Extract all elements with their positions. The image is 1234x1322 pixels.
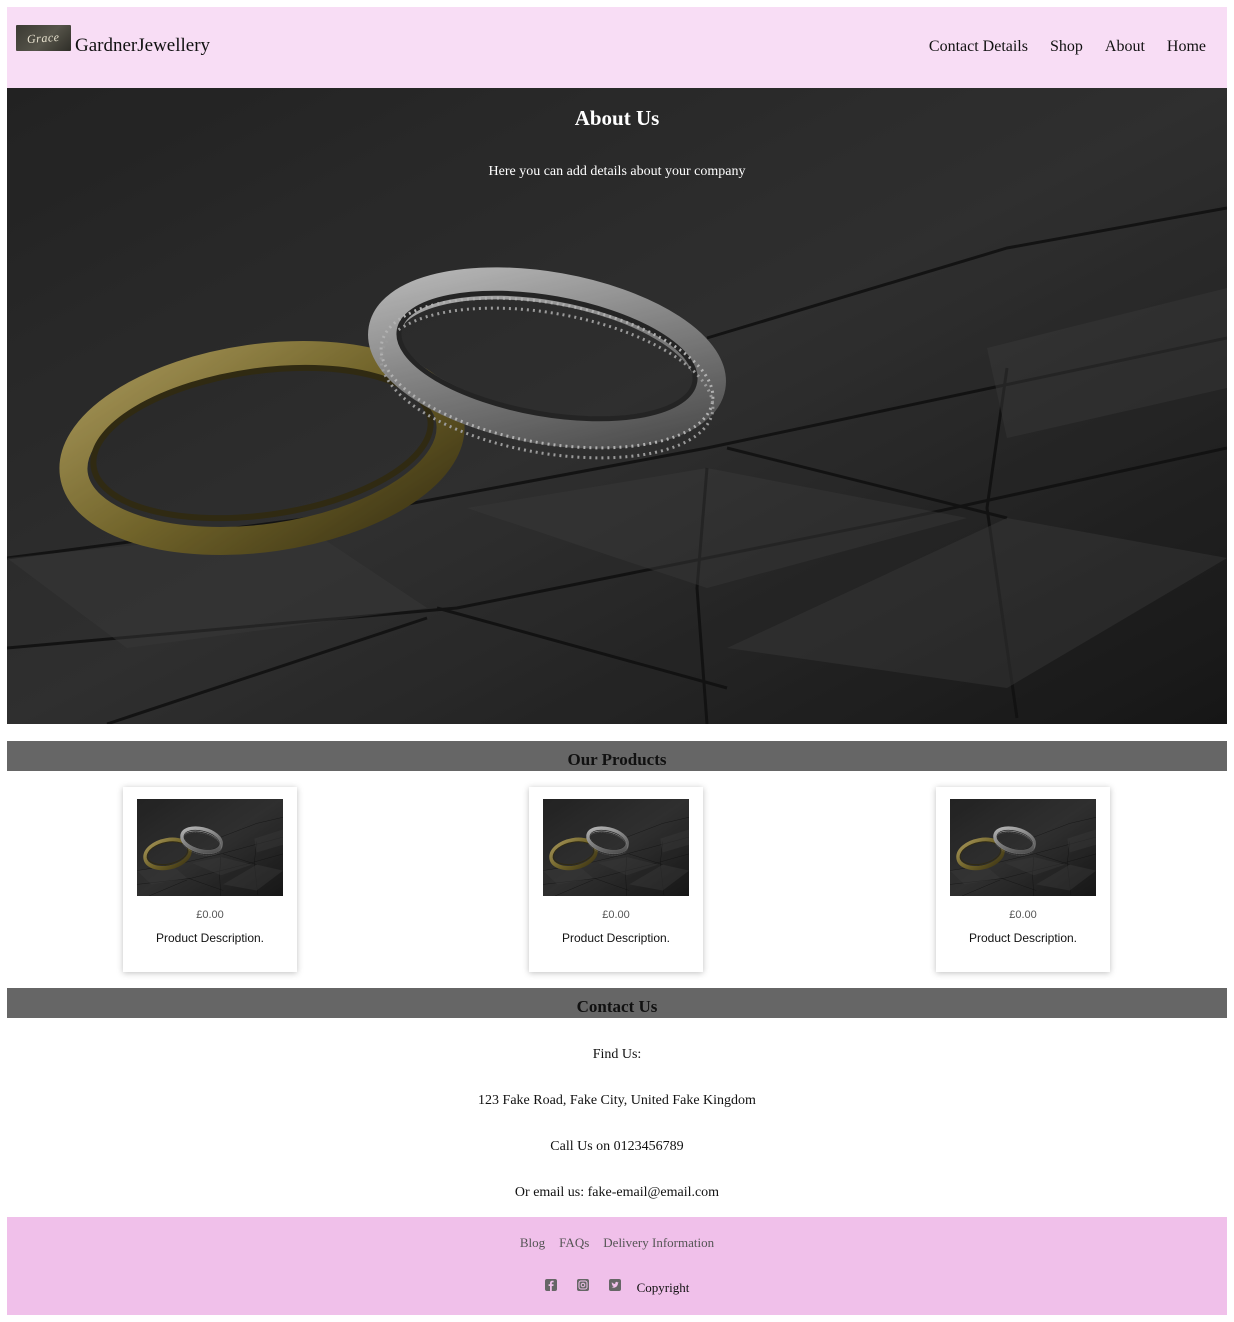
product-price: £0.00: [602, 909, 630, 921]
logo[interactable]: Grace: [16, 25, 71, 51]
footer-links: Blog FAQs Delivery Information: [7, 1235, 1227, 1251]
product-description: Product Description.: [155, 931, 265, 945]
product-image: [543, 799, 689, 896]
nav-shop[interactable]: Shop: [1050, 38, 1083, 56]
footer-link-blog[interactable]: Blog: [520, 1235, 545, 1251]
logo-text: Grace: [26, 29, 61, 46]
nav-contact-details[interactable]: Contact Details: [929, 38, 1028, 56]
hero-title: About Us: [574, 106, 660, 130]
footer-link-faqs[interactable]: FAQs: [559, 1235, 589, 1251]
product-description: Product Description.: [968, 931, 1078, 945]
copyright-text: Copyright: [636, 1280, 690, 1295]
page: Grace GardnerJewellery Contact Details S…: [7, 7, 1227, 1315]
contact-email: Or email us: fake-email@email.com: [514, 1185, 720, 1200]
instagram-icon[interactable]: [576, 1279, 589, 1291]
find-us-label: Find Us:: [592, 1047, 642, 1062]
twitter-icon[interactable]: [608, 1279, 621, 1291]
contact-heading: Contact Us: [7, 988, 1227, 1018]
product-card[interactable]: £0.00 Product Description.: [529, 787, 703, 972]
site-footer: Blog FAQs Delivery Information Copyright: [7, 1217, 1227, 1315]
hero-subtitle: Here you can add details about your comp…: [488, 164, 746, 179]
footer-link-delivery[interactable]: Delivery Information: [603, 1235, 714, 1251]
hero-image: [7, 88, 1227, 724]
products-heading: Our Products: [7, 741, 1227, 771]
nav-about[interactable]: About: [1105, 38, 1145, 56]
product-price: £0.00: [1009, 909, 1037, 921]
products-grid: £0.00 Product Description. £0.00 Product…: [7, 771, 1227, 988]
contact-address: 123 Fake Road, Fake City, United Fake Ki…: [478, 1093, 756, 1108]
social-links: Copyright: [7, 1277, 1227, 1295]
brand-name[interactable]: GardnerJewellery: [75, 35, 210, 57]
nav-home[interactable]: Home: [1167, 38, 1206, 56]
product-price: £0.00: [196, 909, 224, 921]
contact-phone: Call Us on 0123456789: [550, 1139, 684, 1154]
contact-section: Find Us: 123 Fake Road, Fake City, Unite…: [7, 1018, 1227, 1217]
product-card[interactable]: £0.00 Product Description.: [123, 787, 297, 972]
facebook-icon[interactable]: [544, 1279, 557, 1291]
product-image: [137, 799, 283, 896]
product-card[interactable]: £0.00 Product Description.: [936, 787, 1110, 972]
product-image: [950, 799, 1096, 896]
product-description: Product Description.: [561, 931, 671, 945]
main-nav: Contact Details Shop About Home: [929, 38, 1206, 56]
site-header: Grace GardnerJewellery Contact Details S…: [7, 7, 1227, 88]
hero-banner: About Us Here you can add details about …: [7, 88, 1227, 724]
